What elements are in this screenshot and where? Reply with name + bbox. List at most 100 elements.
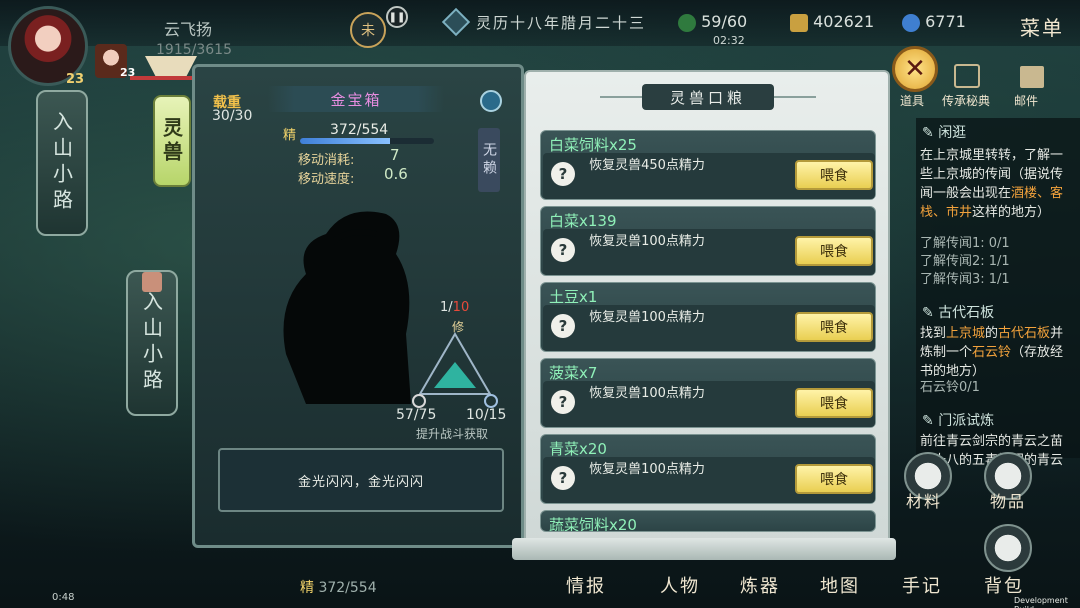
spirit-display[interactable]: 6771 bbox=[902, 12, 966, 32]
coin-value: 402621 bbox=[813, 12, 875, 31]
quest-1-title[interactable]: ✎ 闲逛 bbox=[922, 122, 966, 142]
nav-intel[interactable]: 情报 bbox=[566, 572, 606, 598]
question-icon[interactable]: ? bbox=[551, 466, 575, 490]
player-name: 云飞扬 bbox=[164, 20, 213, 39]
food-item[interactable]: 青菜x20 ? 恢复灵兽100点精力 喂食 bbox=[540, 434, 876, 504]
bottom-jing-value: 372/554 bbox=[318, 580, 377, 596]
food-panel-title: 灵兽口粮 bbox=[642, 84, 774, 110]
feed-button[interactable]: 喂食 bbox=[795, 160, 873, 190]
quest-1-text-end: 这样的地方） bbox=[972, 205, 1051, 220]
stamina-value: 59/60 bbox=[701, 12, 748, 31]
nav-journal[interactable]: 手记 bbox=[902, 572, 942, 598]
quest-2-highlight-2: 古代石板 bbox=[998, 326, 1051, 341]
dev-build-label: Development Build bbox=[1014, 596, 1068, 608]
attribute-icon-right bbox=[484, 394, 498, 408]
banner-ornament bbox=[145, 56, 197, 76]
bottom-jing-label: 精 bbox=[300, 580, 314, 596]
food-item-name: 白菜x139 bbox=[549, 212, 617, 230]
food-item-name: 土豆x1 bbox=[549, 288, 598, 306]
question-icon[interactable]: ? bbox=[551, 162, 575, 186]
nav-crafting[interactable]: 炼器 bbox=[740, 572, 780, 598]
backpack-icon[interactable] bbox=[984, 524, 1032, 572]
food-item[interactable]: 蔬菜饲料x20 bbox=[540, 510, 876, 532]
cultivate-max: 10 bbox=[452, 300, 470, 315]
quest-3-title[interactable]: ✎ 门派试炼 bbox=[922, 410, 994, 430]
quest-2-progress: 石云铃0/1 bbox=[920, 380, 980, 395]
stamina-display[interactable]: 59/60 bbox=[678, 12, 747, 32]
game-screen: { "player": {"name":"云飞扬","hp":"1915/361… bbox=[0, 0, 1080, 608]
quest-1-title-text: 闲逛 bbox=[938, 125, 967, 141]
feed-button[interactable]: 喂食 bbox=[795, 464, 873, 494]
materials-button[interactable]: 材料 bbox=[906, 488, 942, 512]
status-time: 0:48 bbox=[52, 592, 75, 603]
jing-bar bbox=[300, 138, 434, 144]
food-item-name: 菠菜x7 bbox=[549, 364, 598, 382]
move-cost-value: 7 bbox=[390, 146, 400, 164]
items-button[interactable]: 物品 bbox=[990, 488, 1026, 512]
quest-1-progress-3: 了解传闻3: 1/1 bbox=[920, 272, 1010, 287]
game-date: 灵历十八年腊月二十三 bbox=[476, 14, 647, 32]
time-glyph: 未 bbox=[361, 23, 375, 39]
question-icon[interactable]: ? bbox=[551, 314, 575, 338]
menu-button[interactable]: 菜单 bbox=[1020, 12, 1064, 41]
player-hp: 1915/3615 bbox=[156, 42, 232, 58]
food-item-name: 青菜x20 bbox=[549, 440, 607, 458]
food-item-body: ? 恢复灵兽100点精力 喂食 bbox=[543, 229, 875, 275]
pause-button[interactable]: ❚❚ bbox=[386, 6, 408, 28]
food-item-desc: 恢复灵兽100点精力 bbox=[589, 234, 705, 249]
food-item-body: ? 恢复灵兽100点精力 喂食 bbox=[543, 381, 875, 427]
food-item[interactable]: 土豆x1 ? 恢复灵兽100点精力 喂食 bbox=[540, 282, 876, 352]
spirit-icon bbox=[902, 13, 920, 32]
stamina-timer: 02:32 bbox=[713, 34, 745, 47]
quest-1-desc: 在上京城里转转，了解一些上京城的传闻（据说传闻一般会出现在酒楼、客栈、市井这样的… bbox=[920, 146, 1072, 222]
stamina-icon bbox=[678, 13, 696, 32]
food-item-name: 白菜饲料x25 bbox=[549, 136, 637, 154]
location-scroll-1[interactable]: 入山小路 bbox=[36, 90, 88, 236]
legacy-button[interactable]: 传承秘典 bbox=[942, 92, 990, 109]
mail-button[interactable]: 邮件 bbox=[1014, 92, 1038, 109]
food-item-name: 蔬菜饲料x20 bbox=[549, 516, 637, 532]
food-item[interactable]: 白菜x139 ? 恢复灵兽100点精力 喂食 bbox=[540, 206, 876, 276]
move-speed-label: 移动速度: bbox=[298, 172, 355, 187]
food-item[interactable]: 白菜饲料x25 ? 恢复灵兽450点精力 喂食 bbox=[540, 130, 876, 200]
food-item-desc: 恢复灵兽100点精力 bbox=[589, 462, 705, 477]
feed-button[interactable]: 喂食 bbox=[795, 236, 873, 266]
jing-bar-fill bbox=[300, 138, 390, 144]
nav-map[interactable]: 地图 bbox=[820, 572, 860, 598]
quest-2-text-1: 找到 bbox=[920, 326, 947, 341]
food-item-desc: 恢复灵兽100点精力 bbox=[589, 386, 705, 401]
pet-hp-bar bbox=[130, 76, 192, 80]
time-of-day-icon[interactable]: 未 bbox=[350, 12, 386, 48]
feed-button[interactable]: 喂食 bbox=[795, 388, 873, 418]
tab-lingshou[interactable]: 灵兽 bbox=[153, 95, 191, 187]
coin-icon bbox=[790, 13, 808, 32]
food-item-desc: 恢复灵兽100点精力 bbox=[589, 310, 705, 325]
book-icon bbox=[954, 64, 980, 88]
spirit-value: 6771 bbox=[925, 12, 966, 31]
feed-button[interactable]: 喂食 bbox=[795, 312, 873, 342]
move-cost-label: 移动消耗: bbox=[298, 153, 355, 168]
food-item-desc: 恢复灵兽450点精力 bbox=[589, 158, 705, 173]
coin-display[interactable]: 402621 bbox=[790, 12, 874, 32]
food-item-body: ? 恢复灵兽100点精力 喂食 bbox=[543, 457, 875, 503]
jing-label: 精 bbox=[283, 128, 297, 143]
location-portrait-icon bbox=[142, 272, 162, 292]
jing-value: 372/554 bbox=[330, 122, 389, 138]
close-button[interactable]: ✕ bbox=[892, 46, 938, 92]
food-item-body: ? 恢复灵兽450点精力 喂食 bbox=[543, 153, 875, 199]
food-item-body: ? 恢复灵兽100点精力 喂食 bbox=[543, 305, 875, 351]
question-icon[interactable]: ? bbox=[551, 238, 575, 262]
pet-description: 金光闪闪，金光闪闪 bbox=[218, 448, 504, 512]
quest-1-progress-2: 了解传闻2: 1/1 bbox=[920, 254, 1010, 269]
pet-trait-tag: 无赖 bbox=[478, 128, 500, 192]
nav-character[interactable]: 人物 bbox=[660, 572, 700, 598]
quest-2-desc: 找到上京城的古代石板并炼制一个石云铃（存放经书的地方） bbox=[920, 324, 1072, 381]
question-icon[interactable]: ? bbox=[551, 390, 575, 414]
quest-3-title-text: 门派试炼 bbox=[938, 413, 995, 429]
food-item[interactable]: 菠菜x7 ? 恢复灵兽100点精力 喂食 bbox=[540, 358, 876, 428]
nav-backpack[interactable]: 背包 bbox=[984, 572, 1024, 598]
quest-2-highlight-3: 石云铃 bbox=[972, 345, 1012, 360]
load-value: 30/30 bbox=[212, 108, 253, 124]
quest-2-title[interactable]: ✎ 古代石板 bbox=[922, 302, 994, 322]
item-button[interactable]: 道具 bbox=[900, 92, 924, 109]
